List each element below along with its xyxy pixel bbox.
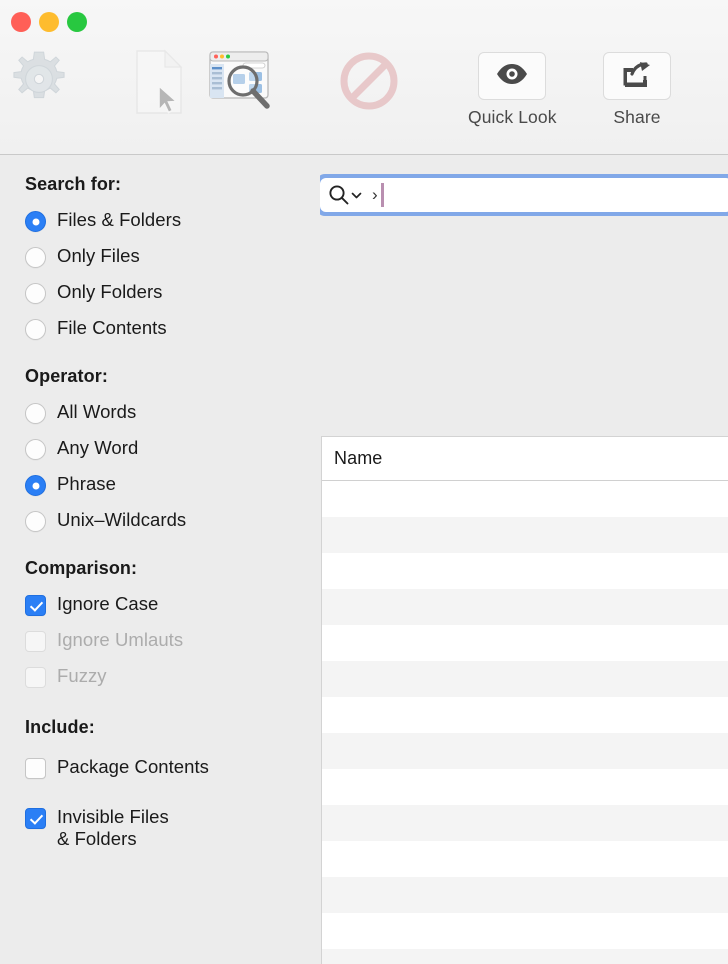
table-row[interactable] [322, 589, 728, 625]
close-window-button[interactable] [11, 12, 31, 32]
search-field-row: › [316, 174, 728, 216]
toolbar-stop-button[interactable] [337, 49, 401, 113]
checkbox-label: Ignore Case [57, 593, 159, 614]
group-comparison: Comparison: Ignore Case Ignore Umlauts F… [25, 558, 183, 688]
checkbox-indicator [25, 631, 46, 652]
toolbar-share-button[interactable]: Share [603, 52, 671, 128]
toolbar-items: Quick Look Share [0, 44, 728, 155]
quicklook-label: Quick Look [468, 107, 557, 127]
results-table[interactable]: Name [321, 436, 728, 964]
group-search-for: Search for: Files & Folders Only Files O… [25, 174, 181, 340]
checkbox-ignore-case[interactable]: Ignore Case [25, 593, 183, 616]
radio-label: Phrase [57, 473, 116, 494]
checkbox-fuzzy: Fuzzy [25, 665, 183, 688]
radio-file-contents[interactable]: File Contents [25, 317, 181, 340]
toolbar: Quick Look Share [0, 0, 728, 155]
radio-unix-wildcards[interactable]: Unix–Wildcards [25, 509, 186, 532]
share-arrow-icon [623, 61, 651, 92]
radio-label: All Words [57, 401, 137, 422]
toolbar-find-button[interactable] [207, 48, 277, 116]
results-table-body [322, 481, 728, 964]
group-operator: Operator: All Words Any Word Phrase Unix… [25, 366, 186, 532]
table-row[interactable] [322, 481, 728, 517]
toolbar-quicklook-button[interactable]: Quick Look [468, 52, 557, 128]
traffic-lights [11, 12, 87, 32]
radio-indicator[interactable] [25, 247, 46, 268]
radio-indicator[interactable] [25, 283, 46, 304]
group-title-search-for: Search for: [25, 174, 122, 194]
checkbox-label: Fuzzy [57, 665, 107, 686]
gear-icon [6, 46, 72, 112]
results-table-header: Name [322, 437, 728, 481]
search-input[interactable]: › [320, 178, 728, 212]
radio-any-word[interactable]: Any Word [25, 437, 186, 460]
options-sidebar: Search for: Files & Folders Only Files O… [0, 155, 320, 964]
zoom-window-button[interactable] [67, 12, 87, 32]
document-cursor-icon [131, 48, 187, 116]
radio-only-files[interactable]: Only Files [25, 245, 181, 268]
share-button-box[interactable] [603, 52, 671, 100]
table-row[interactable] [322, 913, 728, 949]
table-row[interactable] [322, 517, 728, 553]
table-row[interactable] [322, 733, 728, 769]
radio-indicator[interactable] [25, 475, 46, 496]
table-row[interactable] [322, 553, 728, 589]
checkbox-indicator[interactable] [25, 758, 46, 779]
group-title-include: Include: [25, 717, 95, 737]
minimize-window-button[interactable] [39, 12, 59, 32]
checkbox-label: Ignore Umlauts [57, 629, 184, 650]
quicklook-button-box[interactable] [478, 52, 547, 100]
radio-indicator[interactable] [25, 439, 46, 460]
checkbox-indicator [25, 667, 46, 688]
eye-icon [496, 63, 528, 90]
radio-label: Only Folders [57, 281, 163, 302]
radio-phrase[interactable]: Phrase [25, 473, 186, 496]
group-title-comparison: Comparison: [25, 558, 138, 578]
checkbox-ignore-umlauts: Ignore Umlauts [25, 629, 183, 652]
table-row[interactable] [322, 949, 728, 964]
toolbar-new-search-button[interactable] [131, 48, 187, 116]
main-content: › Search for: Files & Folders Only Files [0, 155, 728, 964]
text-caret [380, 183, 384, 207]
checkbox-package-contents[interactable]: Package Contents [25, 756, 209, 779]
table-row[interactable] [322, 661, 728, 697]
find-window-icon [207, 48, 277, 116]
checkbox-invisible-files-and-folders[interactable]: Invisible Files & Folders [25, 806, 209, 849]
search-input-value: › [372, 185, 378, 204]
search-magnifier-icon[interactable] [328, 184, 362, 206]
column-header-name[interactable]: Name [334, 448, 382, 469]
toolbar-settings-button[interactable] [6, 46, 72, 112]
stop-prohibit-icon [337, 49, 401, 113]
app-window: Quick Look Share › Search for: Files & F… [0, 0, 728, 964]
group-title-operator: Operator: [25, 366, 108, 386]
checkbox-indicator[interactable] [25, 595, 46, 616]
share-label: Share [613, 107, 661, 127]
table-row[interactable] [322, 625, 728, 661]
table-row[interactable] [322, 769, 728, 805]
checkbox-label: Package Contents [57, 756, 209, 777]
radio-indicator[interactable] [25, 511, 46, 532]
checkbox-indicator[interactable] [25, 808, 46, 829]
radio-label: Any Word [57, 437, 139, 458]
radio-label: Files & Folders [57, 209, 182, 230]
table-row[interactable] [322, 877, 728, 913]
radio-files-and-folders[interactable]: Files & Folders [25, 209, 181, 232]
radio-indicator[interactable] [25, 319, 46, 340]
group-include: Include: Package Contents Invisible File… [25, 717, 209, 849]
table-row[interactable] [322, 697, 728, 733]
radio-label: File Contents [57, 317, 167, 338]
radio-indicator[interactable] [25, 403, 46, 424]
chevron-down-icon [351, 192, 362, 198]
table-row[interactable] [322, 805, 728, 841]
search-focus-ring: › [316, 174, 728, 216]
radio-only-folders[interactable]: Only Folders [25, 281, 181, 304]
radio-label: Only Files [57, 245, 140, 266]
checkbox-label: Invisible Files & Folders [57, 806, 169, 849]
table-row[interactable] [322, 841, 728, 877]
radio-label: Unix–Wildcards [57, 509, 187, 530]
radio-all-words[interactable]: All Words [25, 401, 186, 424]
radio-indicator[interactable] [25, 211, 46, 232]
